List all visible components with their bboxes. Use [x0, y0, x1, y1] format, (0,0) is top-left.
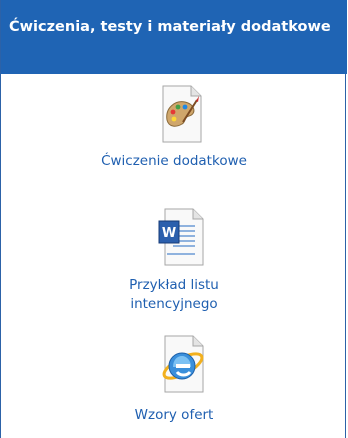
- offer-templates-link[interactable]: Wzory ofert: [135, 407, 214, 423]
- panel-title: Ćwiczenia, testy i materiały dodatkowe: [1, 0, 347, 74]
- exercise-link[interactable]: Ćwiczenie dodatkowe: [101, 153, 247, 169]
- list-item: Wzory ofert: [1, 404, 347, 425]
- materials-panel: Ćwiczenia, testy i materiały dodatkowe Ć…: [0, 0, 347, 438]
- letter-example-link[interactable]: Przykład listu intencyjnego: [99, 276, 249, 314]
- list-item: Przykład listu intencyjnego: [1, 276, 347, 314]
- list-item: Ćwiczenie dodatkowe: [1, 150, 347, 171]
- svg-text:W: W: [162, 226, 176, 241]
- internet-explorer-document-icon[interactable]: [151, 334, 211, 394]
- letter-example-label[interactable]: Przykład listu intencyjnego: [129, 277, 219, 312]
- word-document-icon[interactable]: W: [151, 207, 211, 267]
- paint-document-icon[interactable]: [151, 84, 211, 144]
